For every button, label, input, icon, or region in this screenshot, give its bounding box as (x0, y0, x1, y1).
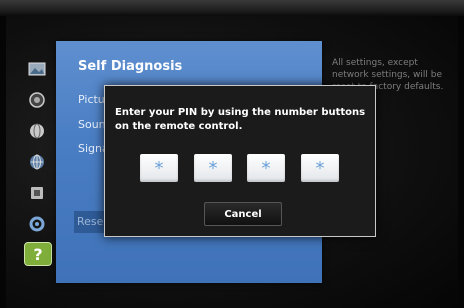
cancel-button[interactable]: Cancel (204, 202, 282, 226)
network-icon[interactable] (24, 151, 50, 173)
menu-item-sound[interactable]: Soun (78, 118, 106, 131)
pin-digit-4[interactable]: * (301, 154, 339, 182)
panel-title: Self Diagnosis (78, 59, 183, 74)
pin-dialog: Enter your PIN by using the number butto… (104, 85, 376, 237)
broadcast-icon[interactable] (24, 120, 50, 142)
menu-item-picture[interactable]: Pictu (78, 93, 105, 106)
settings-sidebar: ? (24, 58, 54, 268)
picture-icon[interactable] (24, 58, 50, 80)
sound-icon[interactable] (24, 89, 50, 111)
help-icon[interactable]: ? (24, 242, 52, 266)
pin-digit-3[interactable]: * (247, 154, 285, 182)
system-icon[interactable] (24, 182, 50, 204)
menu-item-reset-label: Rese (77, 215, 104, 228)
support-icon[interactable] (24, 213, 50, 235)
help-label: ? (33, 244, 43, 264)
pin-message: Enter your PIN by using the number butto… (115, 107, 366, 132)
pin-digit-1[interactable]: * (140, 154, 178, 182)
tv-bezel (0, 0, 464, 16)
pin-digit-2[interactable]: * (194, 154, 232, 182)
